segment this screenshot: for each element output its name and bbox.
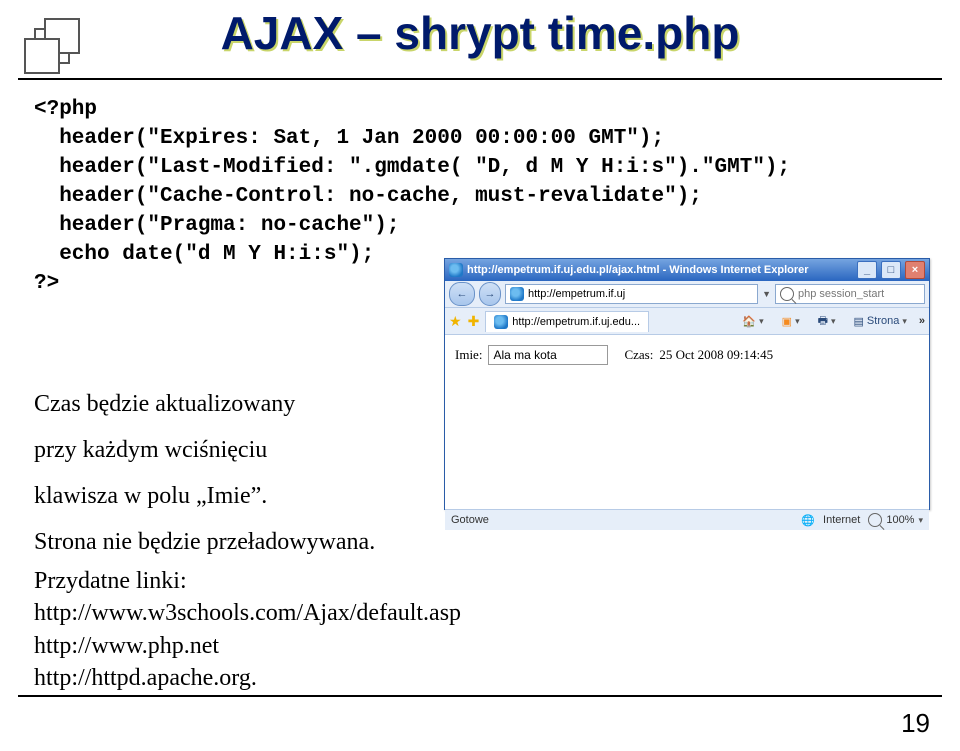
imie-input[interactable] [488,345,608,365]
footer-rule [18,695,942,697]
link-1: http://www.w3schools.com/Ajax/default.as… [34,597,461,629]
zoom-dropdown-icon: ▾ [918,515,923,526]
address-text: http://empetrum.if.uj [528,288,625,300]
body-line-1: Czas będzie aktualizowany [34,382,295,428]
tab-row: ★ ✚ http://empetrum.if.uj.edu... 🏠▾ ▣▾ 🖶… [445,308,929,335]
search-box[interactable]: php session_start [775,284,925,304]
print-icon: 🖶 [818,312,828,331]
link-2: http://www.php.net [34,630,461,662]
browser-window: http://empetrum.if.uj.edu.pl/ajax.html -… [444,258,930,510]
body-line-4: Strona nie będzie przeładowywana. [34,520,375,566]
imie-label: Imie: [455,347,482,363]
addr-dropdown-icon[interactable]: ▼ [762,289,771,299]
feeds-button[interactable]: ▣▾ [776,311,806,331]
rss-icon: ▣ [782,315,792,328]
page-menu-label: Strona [867,315,899,327]
page-icon [510,287,524,301]
search-text: php session_start [798,288,884,300]
maximize-button[interactable]: □ [881,261,901,279]
browser-tab[interactable]: http://empetrum.if.uj.edu... [485,311,649,332]
browser-content: Imie: Czas: 25 Oct 2008 09:14:45 [445,335,929,509]
internet-zone-icon: 🌐 [801,514,815,527]
form-row: Imie: Czas: 25 Oct 2008 09:14:45 [455,345,919,365]
page-number: 19 [901,708,930,739]
slide-title: AJAX – shrypt time.php [0,6,960,60]
favorites-icon[interactable]: ★ [449,313,462,330]
title-rule [18,78,942,80]
search-icon [780,287,794,301]
links-heading: Przydatne linki: [34,565,461,597]
zoom-control[interactable]: 100% ▾ [868,513,923,527]
body-line-3: klawisza w polu „Imie”. [34,474,267,520]
ie-icon [449,263,463,277]
nav-row: ← → http://empetrum.if.uj ▼ php session_… [445,281,929,308]
link-3: http://httpd.apache.org. [34,662,461,694]
body-line-2: przy każdym wciśnięciu [34,428,267,474]
zoom-value: 100% [886,514,914,526]
back-button[interactable]: ← [449,282,475,306]
tab-page-icon [494,315,508,329]
czas-label: Czas: [624,347,653,363]
zoom-icon [868,513,882,527]
page-menu[interactable]: ▤Strona▾ [848,311,913,331]
home-icon: 🏠 [742,315,756,328]
window-title: http://empetrum.if.uj.edu.pl/ajax.html -… [467,264,853,276]
status-bar: Gotowe 🌐 Internet 100% ▾ [445,509,929,530]
tab-label: http://empetrum.if.uj.edu... [512,316,640,328]
status-text: Gotowe [451,514,489,526]
browser-titlebar[interactable]: http://empetrum.if.uj.edu.pl/ajax.html -… [445,259,929,281]
address-bar[interactable]: http://empetrum.if.uj [505,284,758,304]
close-button[interactable]: × [905,261,925,279]
print-button[interactable]: 🖶▾ [812,311,842,331]
forward-button[interactable]: → [479,282,501,306]
czas-value: 25 Oct 2008 09:14:45 [659,347,773,363]
useful-links: Przydatne linki: http://www.w3schools.co… [34,565,461,695]
page-icon: ▤ [854,315,864,328]
minimize-button[interactable]: _ [857,261,877,279]
chevrons-icon[interactable]: » [919,315,925,327]
home-button[interactable]: 🏠▾ [736,311,769,331]
zone-text: Internet [823,514,860,526]
add-favorites-icon[interactable]: ✚ [468,313,480,330]
